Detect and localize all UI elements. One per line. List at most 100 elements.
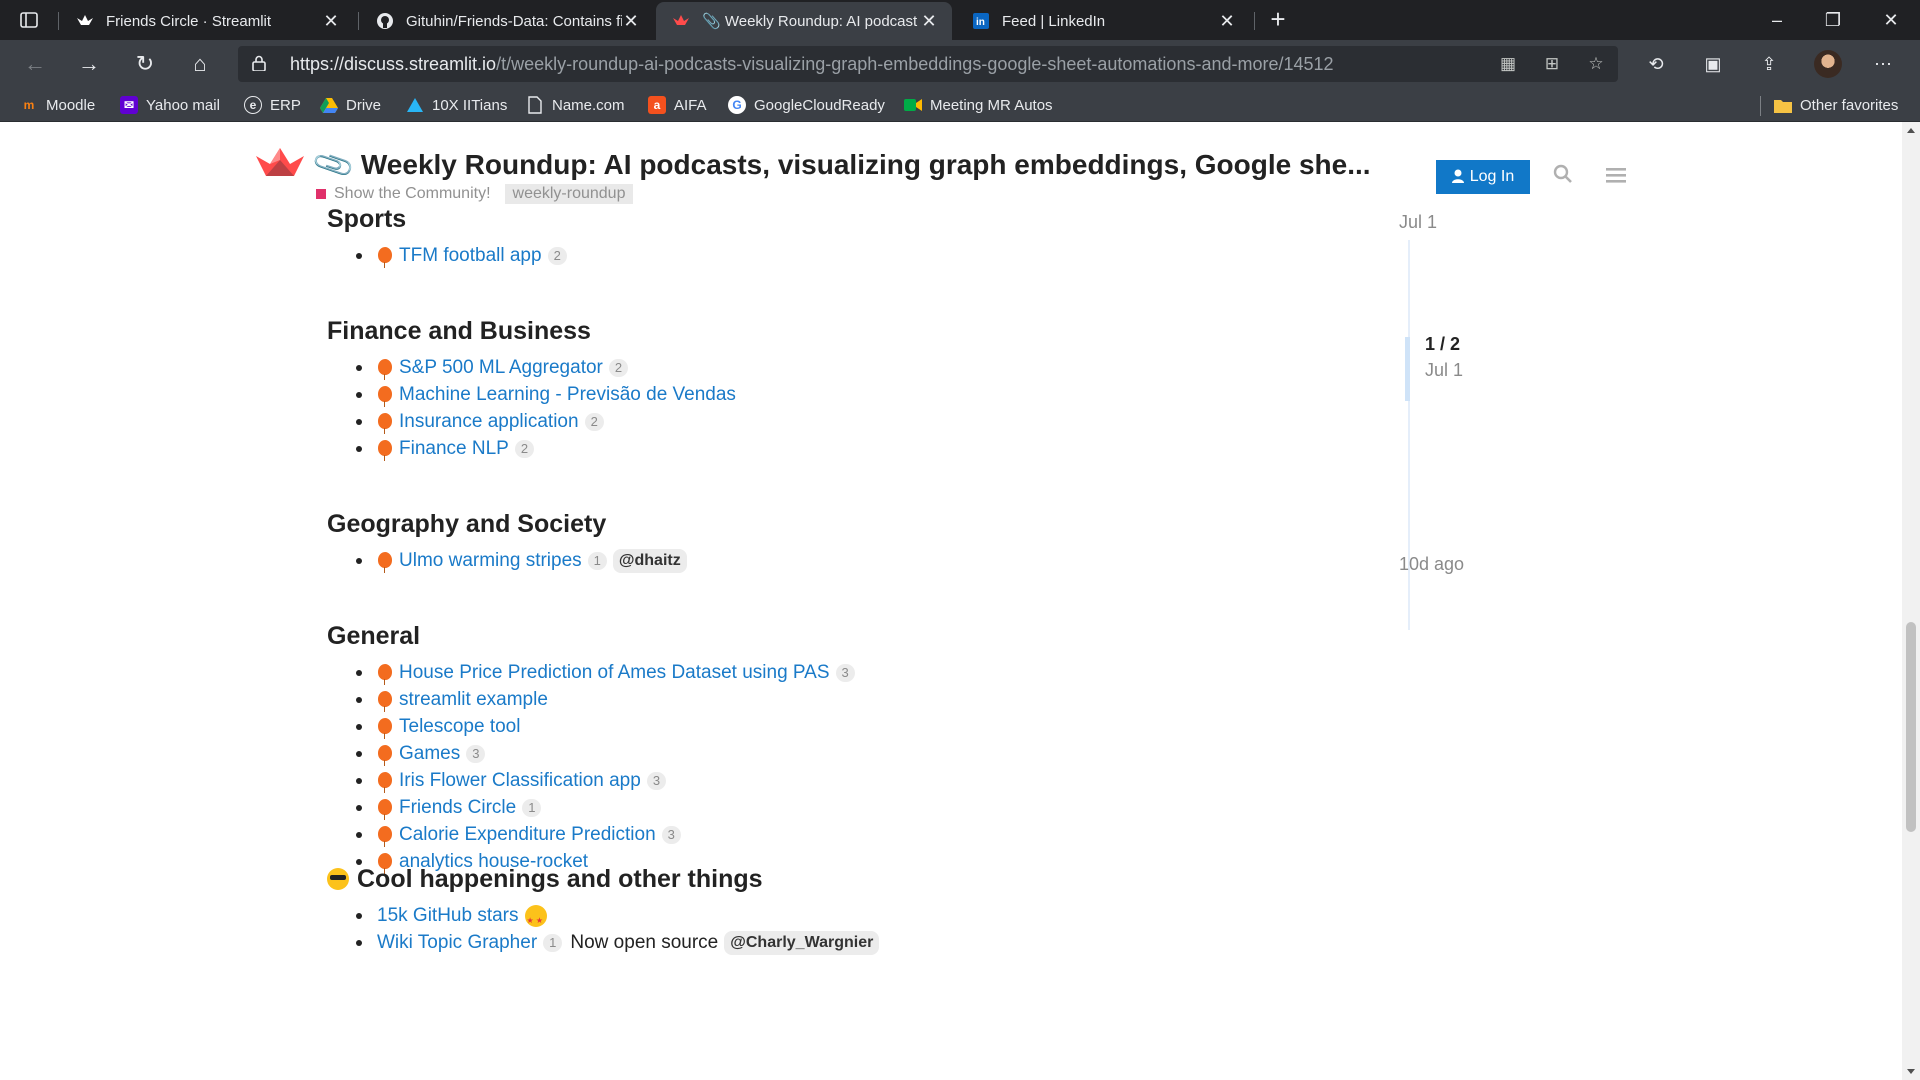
page-scrollbar[interactable]	[1902, 122, 1920, 1080]
search-icon[interactable]	[1549, 164, 1577, 190]
bookmark-yahoo-mail[interactable]: ✉ Yahoo mail	[120, 94, 220, 116]
url-path: /t/weekly-roundup-ai-podcasts-visualizin…	[496, 54, 1334, 74]
tab-title: Feed | LinkedIn	[1002, 12, 1106, 30]
minimize-icon[interactable]: –	[1754, 4, 1800, 36]
app-link[interactable]: Telescope tool	[399, 713, 520, 740]
paperclip-icon: 📎	[310, 142, 357, 187]
scrollbar-thumb[interactable]	[1906, 622, 1916, 832]
close-tab-icon[interactable]: ✕	[1218, 11, 1236, 32]
restore-icon[interactable]: ❐	[1810, 4, 1856, 36]
click-count-badge: 3	[646, 771, 667, 790]
app-link[interactable]: House Price Prediction of Ames Dataset u…	[399, 659, 830, 686]
bookmark-label: Name.com	[552, 96, 625, 114]
tab-separator	[1254, 12, 1255, 30]
drive-icon	[320, 96, 338, 114]
category-link[interactable]: Show the Community!	[334, 185, 491, 203]
list-item: 15k GitHub stars	[327, 902, 1327, 934]
timeline-position-date: Jul 1	[1425, 360, 1464, 380]
timeline-end-date[interactable]: 10d ago	[1399, 554, 1464, 575]
section-heading: Finance and Business	[327, 317, 591, 345]
timeline-start-date[interactable]: Jul 1	[1399, 212, 1437, 233]
news-link[interactable]: 15k GitHub stars	[377, 902, 519, 929]
bookmark-erp[interactable]: e ERP	[244, 94, 301, 116]
github-icon	[376, 12, 394, 30]
app-link[interactable]: S&P 500 ML Aggregator	[399, 354, 603, 381]
extensions-icon[interactable]: ⊞	[1540, 53, 1564, 75]
bookmark-moodle[interactable]: m Moodle	[20, 94, 96, 116]
scroll-down-icon[interactable]	[1907, 1069, 1915, 1074]
bookmark-drive[interactable]: Drive	[320, 94, 381, 116]
app-link[interactable]: TFM football app	[399, 242, 542, 269]
list-item: Telescope tool	[327, 713, 1327, 740]
user-mention[interactable]: @dhaitz	[612, 548, 687, 573]
click-count-badge: 2	[584, 412, 604, 431]
add-favorite-icon[interactable]: ☆	[1584, 53, 1608, 75]
new-tab-icon[interactable]: +	[1264, 6, 1292, 34]
bookmark-label: Meeting MR Autos	[930, 96, 1053, 114]
share-icon[interactable]: ⇪	[1756, 52, 1782, 76]
more-menu-icon[interactable]: ⋯	[1870, 52, 1896, 76]
app-link[interactable]: Iris Flower Classification app	[399, 767, 641, 794]
tab-actions-icon[interactable]	[16, 8, 42, 32]
list-item: streamlit example	[327, 686, 1327, 713]
app-link[interactable]: Insurance application	[399, 408, 579, 435]
timeline-scroller-handle[interactable]	[1405, 337, 1410, 401]
news-list: 15k GitHub stars Wiki Topic Grapher 1 No…	[327, 902, 1327, 956]
collections-icon[interactable]: ▣	[1700, 52, 1726, 76]
list-item: Machine Learning - Previsão de Vendas	[327, 381, 1327, 408]
bookmark-googlecloudready[interactable]: G GoogleCloudReady	[728, 94, 885, 116]
tab-linkedin[interactable]: in Feed | LinkedIn ✕	[956, 2, 1250, 40]
tab-github[interactable]: Gituhin/Friends-Data: Contains fi ✕	[360, 2, 654, 40]
user-icon	[1451, 169, 1464, 186]
bookmark-other-favorites[interactable]: Other favorites	[1774, 94, 1898, 116]
svg-text:in: in	[976, 17, 985, 28]
home-icon[interactable]: ⌂	[183, 48, 217, 80]
close-tab-icon[interactable]: ✕	[322, 11, 340, 32]
bookmark-name-com[interactable]: Name.com	[526, 94, 625, 116]
linkedin-icon: in	[972, 12, 990, 30]
app-link[interactable]: Finance NLP	[399, 435, 509, 462]
bookmark-10x-iitians[interactable]: 10X IITians	[406, 94, 507, 116]
app-link[interactable]: Friends Circle	[399, 794, 516, 821]
hamburger-menu-icon[interactable]	[1602, 164, 1630, 190]
click-count-badge: 3	[466, 744, 486, 763]
app-list: Ulmo warming stripes 1 @dhaitz	[327, 547, 1327, 574]
streamlit-logo[interactable]	[254, 146, 306, 180]
balloon-icon	[377, 744, 393, 766]
site-header: 📎 Weekly Roundup: AI podcasts, visualizi…	[0, 122, 1900, 204]
back-icon[interactable]: ←	[18, 48, 52, 80]
app-link[interactable]: Machine Learning - Previsão de Vendas	[399, 381, 736, 408]
streamlit-crown-icon	[76, 12, 94, 30]
close-tab-icon[interactable]: ✕	[622, 11, 640, 32]
reload-icon[interactable]: ↻	[128, 48, 162, 80]
app-link[interactable]: Calorie Expenditure Prediction	[399, 821, 656, 848]
list-item: Friends Circle 1	[327, 794, 1327, 821]
close-window-icon[interactable]: ✕	[1868, 4, 1914, 36]
address-bar[interactable]: https://discuss.streamlit.io/t/weekly-ro…	[238, 46, 1618, 82]
news-link[interactable]: Wiki Topic Grapher	[377, 929, 537, 956]
timeline-position: 1 / 2	[1425, 334, 1461, 354]
app-available-icon[interactable]: ▦	[1496, 53, 1520, 75]
user-mention[interactable]: @Charly_Wargnier	[724, 930, 880, 955]
app-link[interactable]: Games	[399, 740, 460, 767]
forward-icon[interactable]: →	[72, 48, 106, 80]
section-heading: Geography and Society	[327, 510, 607, 538]
app-link[interactable]: Ulmo warming stripes	[399, 547, 582, 574]
bookmark-label: ERP	[270, 96, 301, 114]
history-icon[interactable]: ⟲	[1643, 52, 1669, 76]
profile-avatar[interactable]	[1814, 50, 1842, 78]
tab-friends-circle[interactable]: Friends Circle · Streamlit ✕	[60, 2, 354, 40]
lock-icon[interactable]	[252, 55, 266, 71]
topic-title[interactable]: Weekly Roundup: AI podcasts, visualizing…	[361, 149, 1371, 181]
tag-chip[interactable]: weekly-roundup	[504, 184, 634, 204]
bookmark-meeting-mr-autos[interactable]: Meeting MR Autos	[904, 94, 1053, 116]
login-button[interactable]: Log In	[1436, 160, 1530, 194]
scroll-up-icon[interactable]	[1907, 128, 1915, 133]
bookmark-aifa[interactable]: a AIFA	[648, 94, 707, 116]
list-item: Wiki Topic Grapher 1 Now open source @Ch…	[327, 929, 1327, 956]
login-label: Log In	[1469, 168, 1515, 185]
app-link[interactable]: streamlit example	[399, 686, 548, 713]
close-tab-icon[interactable]: ✕	[920, 11, 938, 32]
bookmark-label: Other favorites	[1800, 96, 1899, 114]
tab-weekly-roundup[interactable]: 📎 Weekly Roundup: AI podcast ✕	[656, 2, 952, 40]
